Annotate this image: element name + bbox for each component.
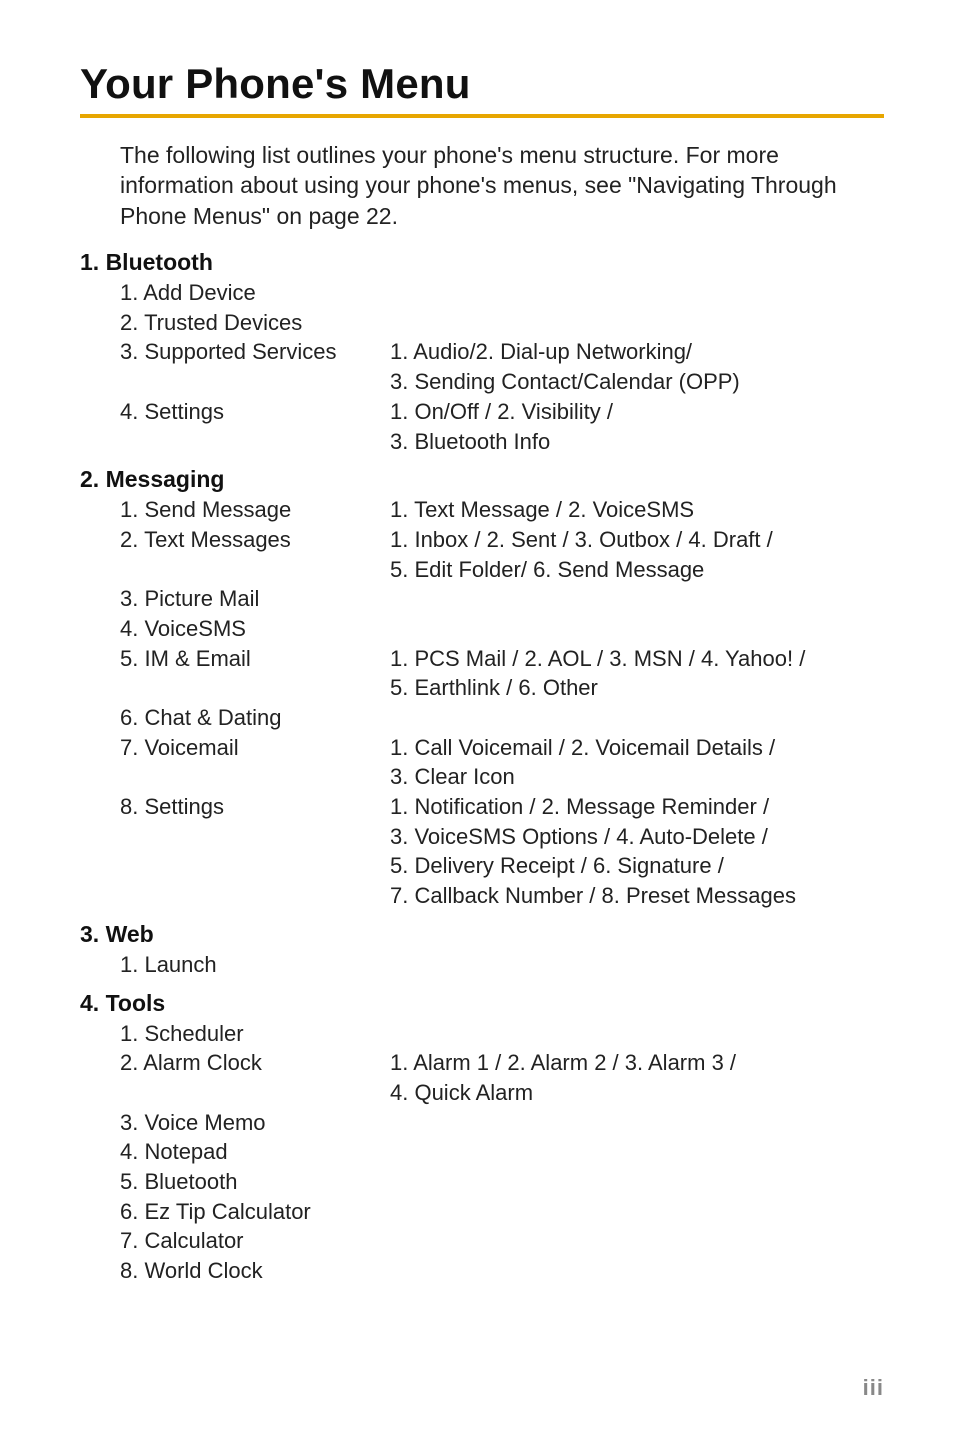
menu-left-label: 4. VoiceSMS [80,614,390,644]
menu-left-label: 2. Alarm Clock [80,1048,390,1078]
menu-left-label: 3. Picture Mail [80,584,390,614]
menu-left-label: 5. IM & Email [80,644,390,674]
menu-left-label: 1. Add Device [80,278,390,308]
title-underline [80,114,884,118]
menu-right-detail: 1. Audio/2. Dial-up Networking/ [390,337,884,367]
menu-row: 3. Picture Mail [80,584,884,614]
menu-row: 6. Chat & Dating [80,703,884,733]
menu-left-label: 3. Supported Services [80,337,390,367]
menu-right-detail: 5. Earthlink / 6. Other [390,673,884,703]
page-number: iii [863,1375,884,1401]
menu-row: 7. Voicemail 1. Call Voicemail / 2. Voic… [80,733,884,763]
menu-row: 6. Ez Tip Calculator [80,1197,884,1227]
menu-row: 3. Sending Contact/Calendar (OPP) [80,367,884,397]
menu-right-detail: 1. Text Message / 2. VoiceSMS [390,495,884,525]
menu-row: 3. Clear Icon [80,762,884,792]
menu-row: 2. Trusted Devices [80,308,884,338]
menu-right-detail: 1. Call Voicemail / 2. Voicemail Details… [390,733,884,763]
menu-left-label: 4. Settings [80,397,390,427]
menu-right-detail: 4. Quick Alarm [390,1078,884,1108]
menu-row: 8. World Clock [80,1256,884,1286]
menu-row: 5. Edit Folder/ 6. Send Message [80,555,884,585]
menu-right-detail: 5. Edit Folder/ 6. Send Message [390,555,884,585]
menu-left-label: 5. Bluetooth [80,1167,390,1197]
intro-paragraph: The following list outlines your phone's… [80,140,884,231]
menu-row: 1. Launch [80,950,884,980]
menu-right-detail: 1. Inbox / 2. Sent / 3. Outbox / 4. Draf… [390,525,884,555]
section-head-tools: 4. Tools [80,990,884,1017]
menu-row: 2. Text Messages 1. Inbox / 2. Sent / 3.… [80,525,884,555]
menu-right-detail: 7. Callback Number / 8. Preset Messages [390,881,884,911]
menu-row: 3. VoiceSMS Options / 4. Auto-Delete / [80,822,884,852]
menu-row: 3. Bluetooth Info [80,427,884,457]
menu-row: 8. Settings 1. Notification / 2. Message… [80,792,884,822]
menu-left-label: 1. Scheduler [80,1019,390,1049]
menu-left-label: 2. Trusted Devices [80,308,390,338]
menu-left-label: 1. Launch [80,950,390,980]
section-head-bluetooth: 1. Bluetooth [80,249,884,276]
menu-left-label: 6. Ez Tip Calculator [80,1197,390,1227]
menu-row: 5. Earthlink / 6. Other [80,673,884,703]
menu-right-detail: 1. Alarm 1 / 2. Alarm 2 / 3. Alarm 3 / [390,1048,884,1078]
menu-left-label: 3. Voice Memo [80,1108,390,1138]
menu-row: 3. Supported Services 1. Audio/2. Dial-u… [80,337,884,367]
menu-row: 5. IM & Email 1. PCS Mail / 2. AOL / 3. … [80,644,884,674]
menu-row: 4. Notepad [80,1137,884,1167]
menu-left-label: 8. Settings [80,792,390,822]
menu-left-label: 7. Calculator [80,1226,390,1256]
menu-right-detail: 5. Delivery Receipt / 6. Signature / [390,851,884,881]
menu-row: 3. Voice Memo [80,1108,884,1138]
menu-right-detail: 3. Bluetooth Info [390,427,884,457]
menu-right-detail: 3. Clear Icon [390,762,884,792]
menu-left-label: 8. World Clock [80,1256,390,1286]
menu-left-label: 4. Notepad [80,1137,390,1167]
menu-right-detail: 1. Notification / 2. Message Reminder / [390,792,884,822]
menu-row: 1. Send Message 1. Text Message / 2. Voi… [80,495,884,525]
menu-left-label: 6. Chat & Dating [80,703,390,733]
menu-left-label: 2. Text Messages [80,525,390,555]
menu-right-detail: 3. Sending Contact/Calendar (OPP) [390,367,884,397]
menu-row: 4. Quick Alarm [80,1078,884,1108]
menu-row: 1. Scheduler [80,1019,884,1049]
menu-right-detail: 1. PCS Mail / 2. AOL / 3. MSN / 4. Yahoo… [390,644,884,674]
menu-left-label: 7. Voicemail [80,733,390,763]
menu-row: 5. Bluetooth [80,1167,884,1197]
menu-row: 7. Callback Number / 8. Preset Messages [80,881,884,911]
menu-row: 1. Add Device [80,278,884,308]
section-head-messaging: 2. Messaging [80,466,884,493]
menu-right-detail: 3. VoiceSMS Options / 4. Auto-Delete / [390,822,884,852]
menu-row: 7. Calculator [80,1226,884,1256]
menu-left-label: 1. Send Message [80,495,390,525]
section-head-web: 3. Web [80,921,884,948]
document-page: Your Phone's Menu The following list out… [0,0,954,1431]
page-title: Your Phone's Menu [80,60,884,108]
menu-row: 4. Settings 1. On/Off / 2. Visibility / [80,397,884,427]
menu-row: 4. VoiceSMS [80,614,884,644]
menu-row: 5. Delivery Receipt / 6. Signature / [80,851,884,881]
menu-right-detail: 1. On/Off / 2. Visibility / [390,397,884,427]
menu-row: 2. Alarm Clock 1. Alarm 1 / 2. Alarm 2 /… [80,1048,884,1078]
